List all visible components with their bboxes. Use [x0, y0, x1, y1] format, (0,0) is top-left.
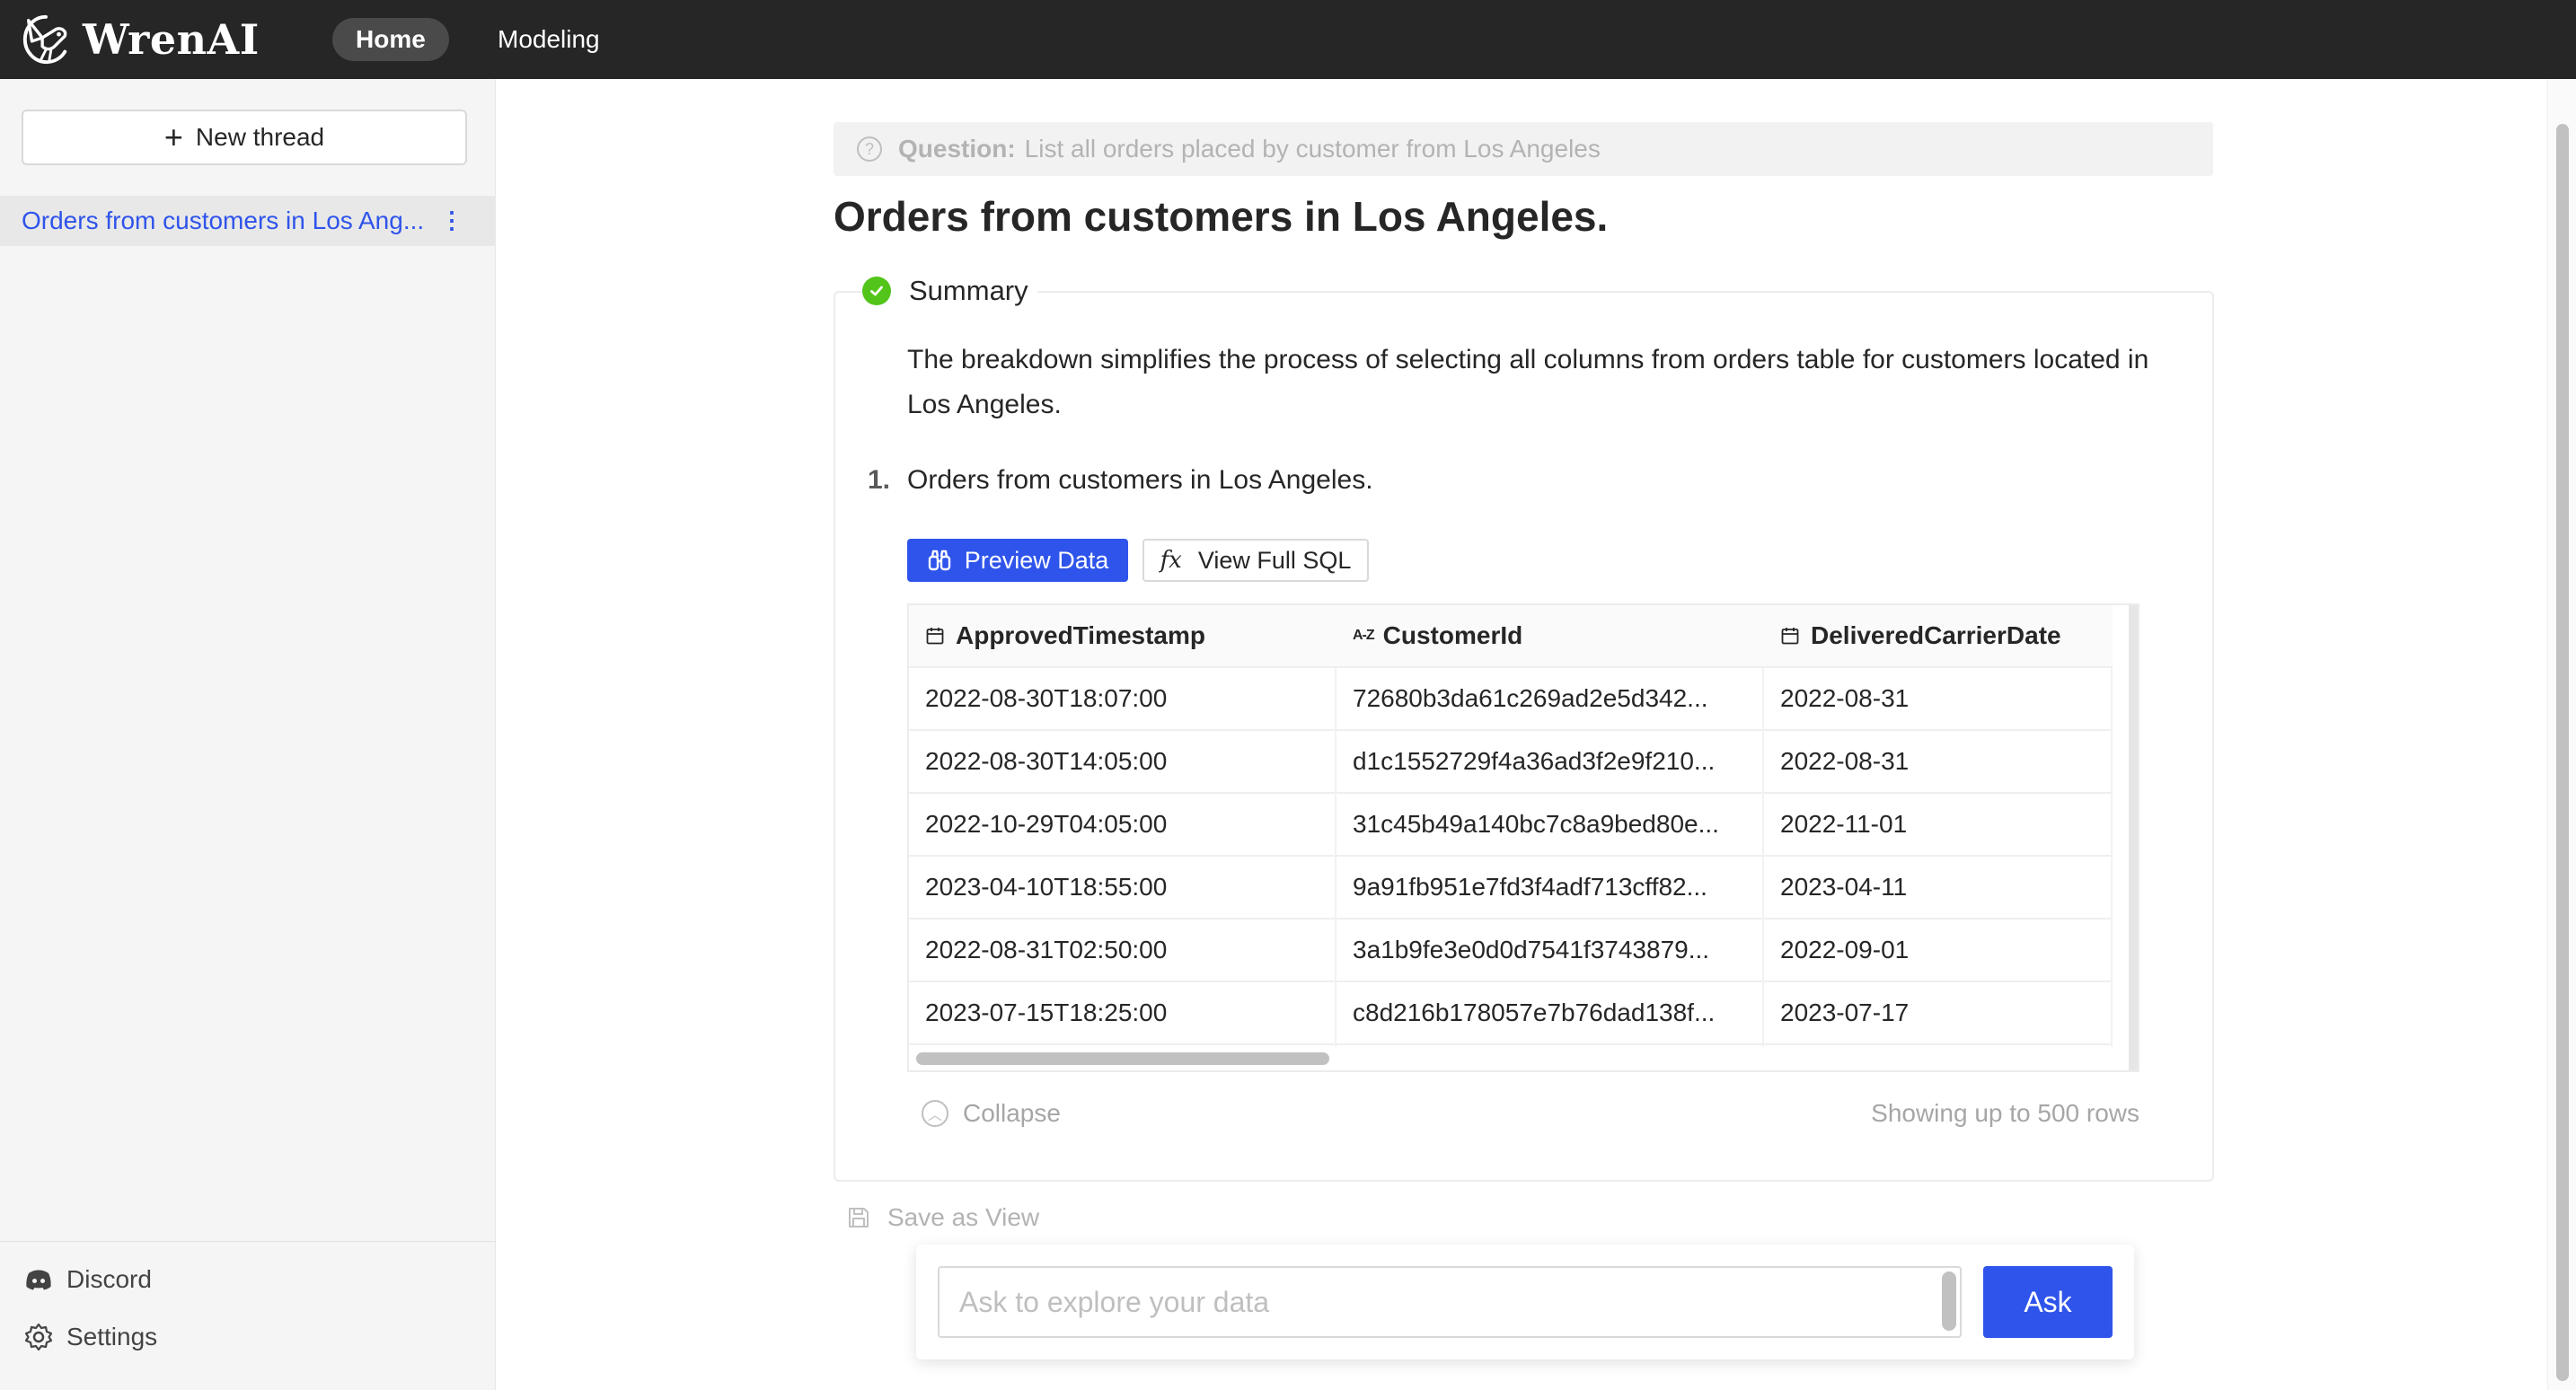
nav-tab-modeling[interactable]: Modeling [474, 18, 623, 61]
table-cell: 2022-08-31 [1780, 747, 1910, 775]
brand-name: WrenAI [83, 15, 260, 64]
table-cell: 2022-08-30T18:07:00 [925, 684, 1168, 712]
table-cell: 2022-08-31T02:50:00 [925, 936, 1168, 963]
column-header-customerid[interactable]: A-Z CustomerId [1353, 621, 1522, 650]
plus-icon: + [163, 119, 183, 155]
table-cell: 2022-08-30T14:05:00 [925, 747, 1168, 775]
summary-heading-label: Summary [909, 275, 1028, 306]
row-limit-note: Showing up to 500 rows [1871, 1099, 2139, 1127]
discord-label: Discord [66, 1265, 152, 1293]
step-text: Orders from customers in Los Angeles. [907, 465, 1373, 495]
save-as-view-button[interactable]: Save as View [846, 1203, 1039, 1232]
table-cell: 2023-04-10T18:55:00 [925, 873, 1168, 901]
view-full-sql-label: View Full SQL [1197, 546, 1352, 574]
view-full-sql-button[interactable]: fx View Full SQL [1142, 539, 1369, 582]
table-cell: 2022-10-29T04:05:00 [925, 810, 1168, 838]
settings-label: Settings [66, 1323, 158, 1350]
preview-data-label: Preview Data [964, 546, 1109, 574]
table-cell: 3a1b9fe3e0d0d7541f3743879... [1353, 936, 1710, 963]
question-label: Question: [898, 135, 1016, 163]
table-row: 2023-07-15T18:25:00 c8d216b178057e7b76da… [909, 982, 2113, 1045]
vertical-scrollbar[interactable] [2129, 605, 2138, 1070]
question-bar: ? Question: List all orders placed by cu… [834, 122, 2213, 176]
page-title: Orders from customers in Los Angeles. [834, 193, 1609, 240]
brand[interactable]: WrenAI [20, 12, 260, 67]
column-divider [1335, 668, 1337, 1047]
nav-tab-home[interactable]: Home [332, 18, 449, 61]
binoculars-icon [928, 550, 950, 571]
thread-item-label: Orders from customers in Los Ang... [22, 207, 425, 234]
question-text: List all orders placed by customer from … [1024, 135, 1601, 163]
table-header-row: ApprovedTimestamp A-Z CustomerId Deliver… [909, 605, 2113, 668]
text-type-icon: A-Z [1353, 628, 1375, 643]
preview-data-button[interactable]: Preview Data [907, 539, 1128, 582]
sidebar-thread-item[interactable]: Orders from customers in Los Ang... ⋮ [0, 196, 496, 246]
save-icon [849, 1208, 869, 1227]
ask-panel: Ask [916, 1245, 2134, 1359]
page-scrollbar-thumb[interactable] [2556, 124, 2569, 1381]
table-row: 2023-04-10T18:55:00 9a91fb951e7fd3f4adf7… [909, 857, 2113, 919]
calendar-icon [1781, 628, 1799, 645]
discord-icon [26, 1270, 51, 1290]
wren-logo-icon [22, 14, 67, 65]
sidebar-divider [0, 1241, 496, 1242]
ask-input-scrollbar[interactable] [1942, 1271, 1956, 1331]
table-row: 2022-08-30T18:07:00 72680b3da61c269ad2e5… [909, 668, 2113, 731]
function-icon: fx [1160, 547, 1182, 574]
check-circle-icon [862, 277, 891, 305]
table-cell: 2022-09-01 [1780, 936, 1910, 963]
table-cell: 2023-04-11 [1780, 873, 1908, 901]
new-thread-label: New thread [195, 123, 325, 151]
table-cell: 2022-08-31 [1780, 684, 1910, 712]
step-number: 1. [868, 465, 891, 495]
more-options-icon[interactable]: ⋮ [440, 207, 463, 234]
save-as-view-label: Save as View [887, 1203, 1040, 1231]
column-header-label: DeliveredCarrierDate [1811, 621, 2061, 649]
step-item: 1. Orders from customers in Los Angeles. [868, 465, 1373, 496]
preview-data-table: ApprovedTimestamp A-Z CustomerId Deliver… [907, 603, 2139, 1072]
summary-text: The breakdown simplifies the process of … [907, 345, 2149, 419]
table-cell: 72680b3da61c269ad2e5d342... [1353, 684, 1708, 712]
horizontal-scrollbar[interactable] [909, 1049, 2132, 1070]
horizontal-scrollbar-thumb[interactable] [916, 1052, 1329, 1065]
page-scrollbar[interactable] [2547, 79, 2576, 1390]
ask-input[interactable] [938, 1266, 1962, 1338]
table-cell: c8d216b178057e7b76dad138f... [1353, 999, 1716, 1026]
top-navigation-bar: WrenAI Home Modeling [0, 0, 2576, 79]
table-row: 2022-10-29T04:05:00 31c45b49a140bc7c8a9b… [909, 794, 2113, 857]
table-cell: 31c45b49a140bc7c8a9bed80e... [1353, 810, 1719, 838]
column-divider [1762, 668, 1764, 1047]
collapse-label: Collapse [963, 1099, 1061, 1127]
table-cell: d1c1552729f4a36ad3f2e9f210... [1353, 747, 1716, 775]
table-cell: 9a91fb951e7fd3f4adf713cff82... [1353, 873, 1707, 901]
gear-icon [24, 1323, 53, 1351]
summary-heading: Summary [862, 275, 1037, 307]
table-cell: 2023-07-15T18:25:00 [925, 999, 1168, 1026]
column-header-label: ApprovedTimestamp [956, 621, 1205, 649]
column-header-label: CustomerId [1382, 621, 1523, 649]
discord-link[interactable]: Discord [23, 1264, 152, 1295]
collapse-button[interactable]: ︿ Collapse [922, 1099, 1061, 1128]
calendar-icon [926, 628, 944, 645]
chevron-up-circle-icon: ︿ [922, 1100, 948, 1127]
table-cell: 2022-11-01 [1780, 810, 1908, 838]
sidebar: + New thread Orders from customers in Lo… [0, 79, 496, 1390]
column-divider [2111, 668, 2113, 1047]
column-header-approvedtimestamp[interactable]: ApprovedTimestamp [925, 621, 1205, 650]
table-row: 2022-08-30T14:05:00 d1c1552729f4a36ad3f2… [909, 731, 2113, 794]
new-thread-button[interactable]: + New thread [22, 110, 467, 165]
table-cell: 2023-07-17 [1780, 999, 1910, 1026]
table-row: 2022-08-31T02:50:00 3a1b9fe3e0d0d7541f37… [909, 919, 2113, 982]
ask-button[interactable]: Ask [1983, 1266, 2113, 1338]
settings-link[interactable]: Settings [23, 1322, 157, 1352]
column-header-deliveredcarrierdate[interactable]: DeliveredCarrierDate [1780, 621, 2061, 650]
question-circle-icon: ? [857, 136, 882, 162]
